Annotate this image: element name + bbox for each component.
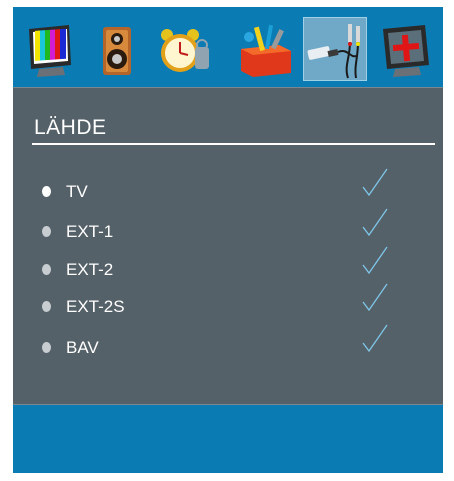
- source-label: TV: [66, 182, 88, 201]
- tv-colorbars-icon: [29, 25, 71, 77]
- bullet-icon: [42, 301, 51, 312]
- bullet-icon: [42, 226, 51, 237]
- source-item-bav[interactable]: BAV: [13, 324, 443, 362]
- tab-sound[interactable]: [85, 17, 149, 81]
- tab-timer[interactable]: [151, 17, 215, 81]
- source-item-ext-1[interactable]: EXT-1: [13, 208, 443, 246]
- menu-icon-bar: [13, 7, 443, 87]
- toolbox-icon: [241, 24, 291, 77]
- osd-menu: LÄHDE TV EXT-1 EXT-2 EXT-2S BAV: [13, 7, 443, 473]
- monitor-cross-icon: [383, 25, 429, 77]
- info-footer: [13, 405, 443, 473]
- source-panel: LÄHDE TV EXT-1 EXT-2 EXT-2S BAV: [13, 87, 443, 405]
- alarm-clock-icon: [161, 29, 209, 72]
- source-item-ext-2s[interactable]: EXT-2S: [13, 283, 443, 321]
- tab-install[interactable]: [375, 17, 439, 81]
- source-label: EXT-2: [66, 260, 114, 279]
- tab-source[interactable]: [303, 17, 367, 81]
- source-label: BAV: [66, 338, 99, 357]
- checkmark-icon: [362, 208, 388, 237]
- checkmark-icon: [362, 283, 388, 312]
- bullet-icon: [42, 264, 51, 275]
- av-cables-icon: [307, 24, 360, 79]
- source-list: TV EXT-1 EXT-2 EXT-2S BAV: [13, 88, 443, 406]
- checkmark-icon: [362, 324, 388, 353]
- source-label: EXT-2S: [66, 297, 125, 316]
- speaker-icon: [103, 27, 131, 75]
- tab-picture[interactable]: [19, 17, 83, 81]
- tab-features[interactable]: [235, 17, 299, 81]
- source-label: EXT-1: [66, 222, 114, 241]
- checkmark-icon: [362, 246, 388, 275]
- selected-bullet-icon: [42, 186, 51, 197]
- checkmark-icon: [362, 168, 388, 197]
- bullet-icon: [42, 342, 51, 353]
- source-item-ext-2[interactable]: EXT-2: [13, 246, 443, 284]
- source-item-tv[interactable]: TV: [13, 168, 443, 206]
